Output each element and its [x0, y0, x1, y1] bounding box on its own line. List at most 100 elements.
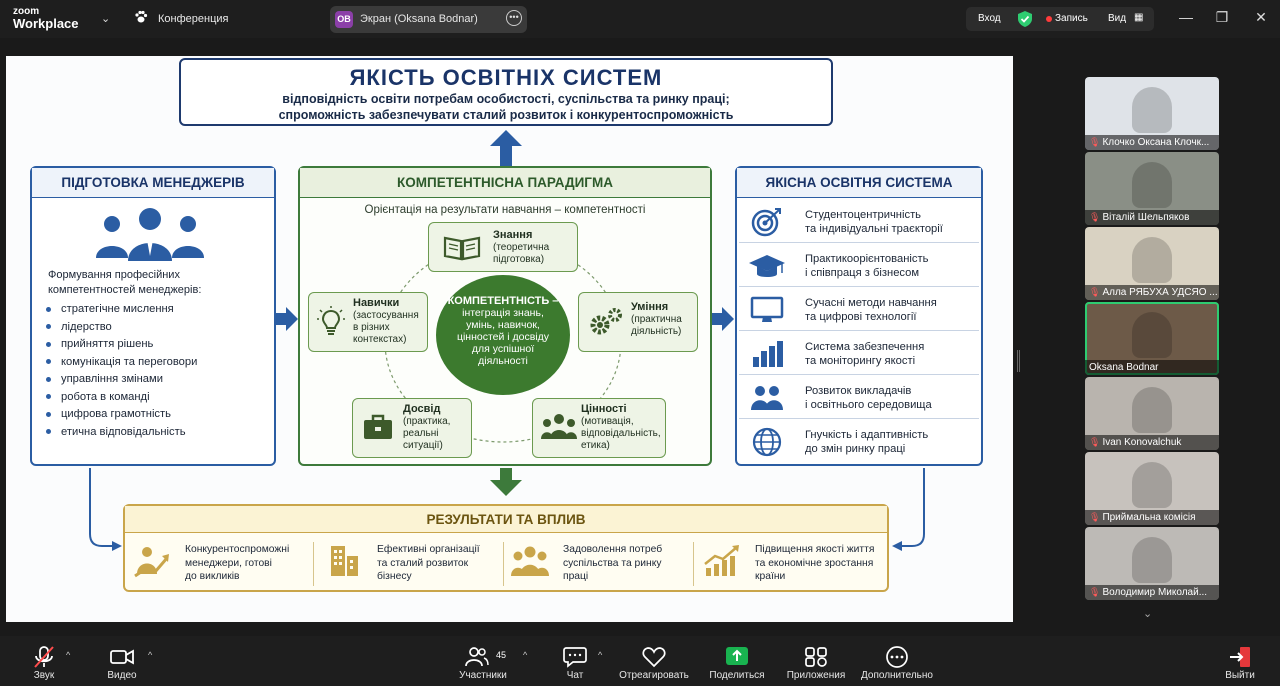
quality-header: ЯКІСТЬ ОСВІТНІХ СИСТЕМ відповідність осв…: [179, 58, 833, 126]
video-options-chevron[interactable]: ^: [148, 650, 152, 660]
chevron-down-icon[interactable]: ⌄: [101, 12, 110, 25]
avatar: OB: [335, 11, 353, 28]
video-button[interactable]: Видео: [92, 636, 152, 686]
quality-row-line: і освітнього середовища: [805, 399, 932, 411]
knowledge-line: підготовка): [493, 254, 545, 265]
header-line-1: відповідність освіти потребам особистост…: [282, 92, 730, 106]
values-box: Цінності (мотивація, відповідальність, е…: [532, 398, 666, 458]
apps-button[interactable]: Приложения: [780, 636, 852, 686]
camera-icon: [110, 649, 134, 665]
paradigm-panel: КОМПЕТЕНТНІСНА ПАРАДИГМА Орієнтація на р…: [298, 166, 712, 466]
more-options-icon[interactable]: •••: [506, 10, 522, 26]
meeting-title[interactable]: Конференция: [158, 13, 228, 25]
results-panel: РЕЗУЛЬТАТИ ТА ВПЛИВ Конкурентоспроможні м…: [123, 504, 889, 592]
participant-video: [1132, 537, 1172, 583]
participants-options-chevron[interactable]: ^: [523, 650, 527, 660]
chevron-down-icon[interactable]: ⌄: [1143, 607, 1152, 620]
audio-label: Звук: [33, 670, 55, 681]
values-line: відповідальність,: [581, 428, 661, 439]
participant-name: Володимир Миколай...: [1102, 587, 1208, 598]
competence-line: умінь, навичок,: [466, 319, 540, 331]
participants-label: Участники: [459, 670, 507, 681]
audio-options-chevron[interactable]: ^: [66, 650, 70, 660]
participant-name: Алла РЯБУХА УДСЯО ...: [1102, 287, 1218, 298]
participant-tile[interactable]: 🎙 Приймальна комісія: [1085, 452, 1219, 525]
abilities-title: Уміння: [631, 301, 669, 313]
quality-row-line: Система забезпечення: [805, 341, 925, 353]
participant-name-bar: 🎙 Ivan Konovalchuk: [1085, 435, 1219, 450]
participant-tile[interactable]: 🎙 Володимир Миколай...: [1085, 527, 1219, 600]
buildings-icon: [331, 546, 358, 576]
minimize-icon[interactable]: —: [1176, 9, 1196, 25]
leave-button[interactable]: Выйти: [1214, 636, 1266, 686]
more-icon: [886, 646, 908, 668]
divider: [313, 542, 314, 586]
restore-icon[interactable]: ❐: [1212, 9, 1232, 26]
result-item: Підвищення якості життя та економічне зро…: [695, 536, 887, 592]
participant-video: [1132, 387, 1172, 433]
quality-row: Розвиток викладачів і освітнього середови…: [739, 376, 979, 419]
grid-icon[interactable]: ▦: [1134, 12, 1143, 23]
managers-title: ПІДГОТОВКА МЕНЕДЖЕРІВ: [32, 168, 274, 198]
list-item: етична відповідальність: [46, 424, 197, 442]
shield-check-icon[interactable]: [1018, 11, 1032, 27]
react-label: Отреагировать: [619, 670, 689, 681]
react-button[interactable]: Отреагировать: [614, 636, 694, 686]
signin-button[interactable]: Вход: [978, 13, 1001, 24]
chat-options-chevron[interactable]: ^: [598, 650, 602, 660]
abilities-line: (практична: [631, 314, 682, 325]
quality-row-line: Практикоорієнтованість: [805, 253, 929, 265]
audio-button[interactable]: Звук: [14, 636, 74, 686]
knowledge-title: Знання: [493, 229, 533, 241]
competence-line: цінностей і досвіду: [456, 331, 550, 343]
record-button[interactable]: Запись: [1055, 13, 1088, 24]
result-item: Ефективні організації та сталий розвиток б…: [317, 536, 503, 592]
participant-name-bar: 🎙 Клочко Оксана Клочк...: [1085, 135, 1219, 150]
experience-line: ситуації): [403, 440, 443, 451]
group-icon: [511, 546, 549, 576]
values-line: етика): [581, 440, 610, 451]
participant-tile[interactable]: 🎙 Алла РЯБУХА УДСЯО ...: [1085, 227, 1219, 300]
participant-name: Віталій Шельпяков: [1102, 212, 1190, 223]
close-icon[interactable]: ✕: [1251, 9, 1271, 26]
participant-tile[interactable]: 🎙 Віталій Шельпяков: [1085, 152, 1219, 225]
experience-title: Досвід: [403, 403, 441, 415]
microphone-muted-icon: 🎙: [1089, 437, 1101, 447]
results-title: РЕЗУЛЬТАТИ ТА ВПЛИВ: [125, 506, 887, 533]
header-line-2: спроможність забезпечувати сталий розвит…: [278, 108, 734, 122]
share-button[interactable]: Поделиться: [703, 636, 771, 686]
skills-title: Навички: [353, 297, 400, 309]
experience-line: реальні: [403, 428, 439, 439]
resize-handle[interactable]: [1017, 350, 1020, 372]
participants-icon: [465, 647, 490, 667]
experience-label: Досвід (практика, реальні ситуації): [403, 403, 450, 452]
screen-share-label: Экран (Oksana Bodnar): [360, 13, 478, 25]
participant-name: Клочко Оксана Клочк...: [1102, 137, 1210, 148]
more-button[interactable]: Дополнительно: [856, 636, 938, 686]
knowledge-box: Знання (теоретична підготовка): [428, 222, 578, 272]
screen-share-pill[interactable]: OB Экран (Oksana Bodnar) •••: [330, 6, 527, 33]
quality-row: Практикоорієнтованість і співпраця з бізн…: [739, 244, 979, 287]
list-item: стратегічне мислення: [46, 301, 197, 319]
list-item: комунікація та переговори: [46, 354, 197, 372]
growth-person-icon: [134, 547, 169, 578]
quality-row-line: Гнучкість і адаптивність: [805, 429, 929, 441]
chat-button[interactable]: Чат: [545, 636, 605, 686]
abilities-box: Уміння (практична діяльність): [578, 292, 698, 352]
competence-title: КОМПЕТЕНТНІСТЬ –: [447, 295, 559, 307]
participant-tile[interactable]: 🎙 Ivan Konovalchuk: [1085, 377, 1219, 450]
bar-chart-icon: [753, 341, 783, 367]
view-button[interactable]: Вид: [1108, 13, 1126, 24]
slide-title: ЯКІСТЬ ОСВІТНІХ СИСТЕМ: [349, 65, 663, 90]
shared-screen: ЯКІСТЬ ОСВІТНІХ СИСТЕМ відповідність осв…: [6, 56, 1013, 622]
result-line: менеджери, готові: [185, 557, 272, 569]
result-line: Конкурентоспроможні: [185, 544, 290, 555]
quality-row: Гнучкість і адаптивність до змін ринку пр…: [739, 420, 979, 463]
participant-tile[interactable]: Oksana Bodnar: [1085, 302, 1219, 375]
book-icon: [443, 236, 481, 261]
participant-name: Приймальна комісія: [1102, 512, 1196, 523]
participant-video: [1132, 237, 1172, 283]
participant-tile[interactable]: 🎙 Клочко Оксана Клочк...: [1085, 77, 1219, 150]
participants-button[interactable]: 45 Участники: [448, 636, 518, 686]
participant-video: [1132, 462, 1172, 508]
